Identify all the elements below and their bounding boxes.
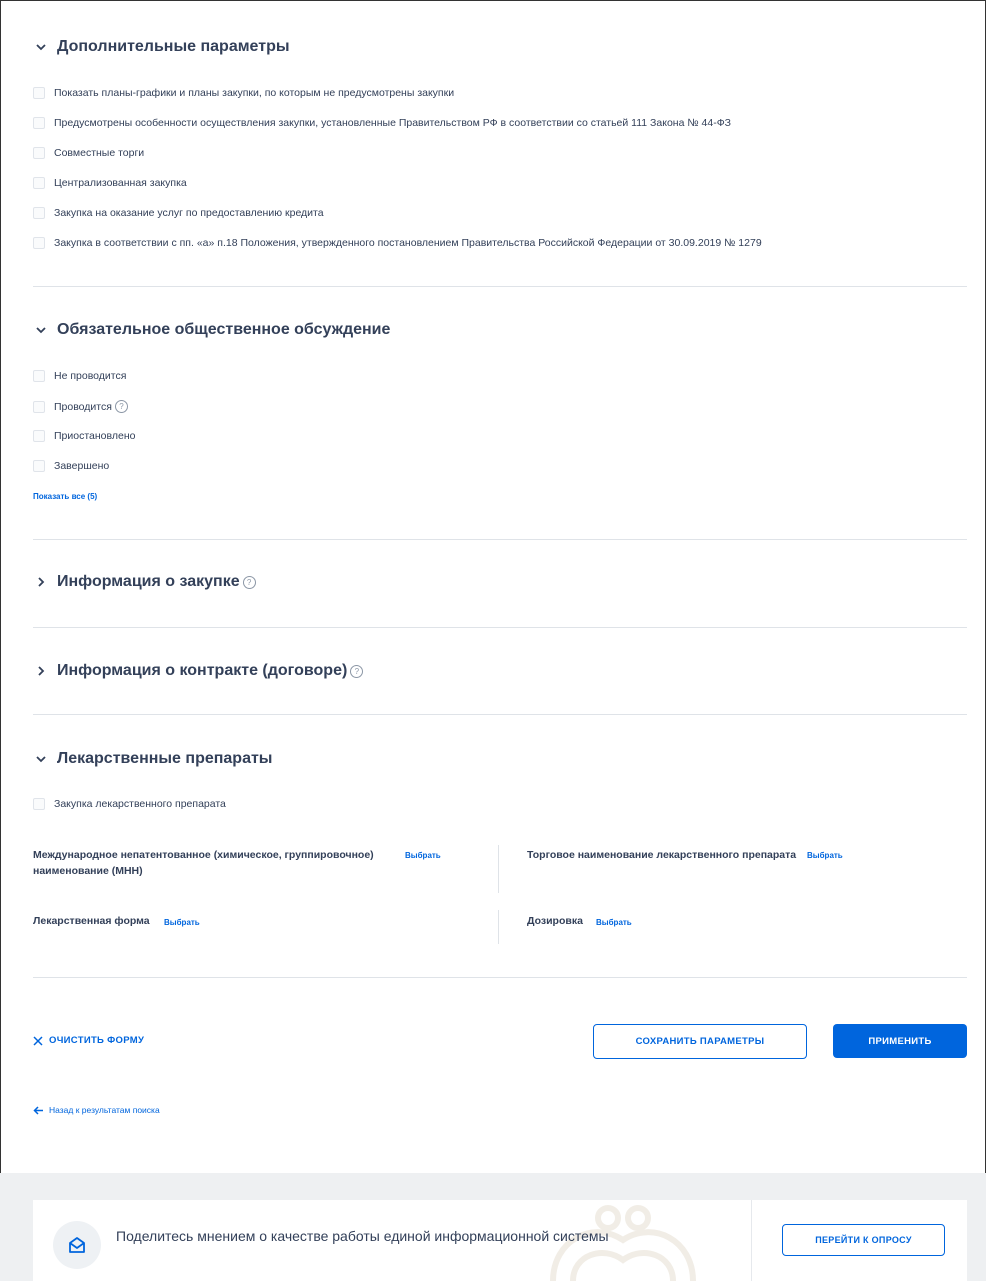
section-purchase-info-header[interactable]: Информация о закупке ? — [33, 573, 256, 591]
section-title: Обязательное общественное обсуждение — [57, 321, 391, 338]
trade-name-label: Торговое наименование лекарственного пре… — [527, 849, 797, 861]
checkbox[interactable] — [33, 400, 45, 413]
checkbox-label: Приостановлено — [54, 430, 136, 442]
survey-card: Поделитесь мнением о качестве работы еди… — [33, 1200, 967, 1281]
checkbox-row[interactable]: Совместные торги — [33, 147, 144, 159]
checkbox-label: Закупка лекарственного препарата — [54, 798, 226, 810]
survey-divider — [751, 1200, 752, 1281]
checkbox-label: Предусмотрены особенности осуществления … — [54, 117, 732, 129]
checkbox-label: Завершено — [54, 460, 110, 472]
clear-form-button[interactable]: ОЧИСТИТЬ ФОРМУ — [33, 1035, 144, 1046]
back-to-results-link[interactable]: Назад к результатам поиска — [33, 1105, 160, 1115]
checkbox[interactable] — [33, 430, 45, 442]
checkbox-row[interactable]: Приостановлено — [33, 430, 135, 442]
survey-text: Поделитесь мнением о качестве работы еди… — [116, 1228, 609, 1244]
checkbox-row[interactable]: Закупка на оказание услуг по предоставле… — [33, 207, 324, 219]
divider — [33, 539, 967, 540]
dosage-form-label: Лекарственная форма — [33, 915, 150, 927]
divider — [33, 286, 967, 287]
save-parameters-button[interactable]: СОХРАНИТЬ ПАРАМЕТРЫ — [593, 1024, 807, 1059]
checkbox[interactable] — [33, 177, 45, 189]
back-link-label: Назад к результатам поиска — [49, 1105, 160, 1115]
section-drugs-header[interactable]: Лекарственные препараты — [33, 750, 272, 768]
checkbox-row[interactable]: Проводится? — [33, 400, 128, 413]
section-contract-info-header[interactable]: Информация о контракте (договоре) ? — [33, 662, 364, 680]
checkbox-row[interactable]: Централизованная закупка — [33, 177, 187, 189]
divider — [33, 977, 967, 978]
close-icon — [33, 1035, 43, 1046]
clear-form-label: ОЧИСТИТЬ ФОРМУ — [49, 1035, 145, 1046]
mnn-label: Международное непатентованное (химическо… — [33, 849, 374, 877]
help-icon[interactable]: ? — [350, 664, 364, 678]
checkbox-label: Не проводится — [54, 370, 127, 382]
divider — [33, 714, 967, 715]
dosage-form-select-link[interactable]: Выбрать — [164, 918, 200, 927]
checkbox[interactable] — [33, 798, 45, 810]
column-divider — [498, 910, 499, 944]
section-additional-header[interactable]: Дополнительные параметры — [33, 38, 290, 56]
dosage-select-link[interactable]: Выбрать — [596, 918, 632, 927]
checkbox-label: Закупка в соответствии с пп. «а» п.18 По… — [54, 237, 762, 249]
chevron-right-icon — [33, 574, 49, 590]
checkbox[interactable] — [33, 237, 45, 249]
chevron-down-icon — [33, 39, 49, 55]
chevron-down-icon — [33, 751, 49, 767]
apply-button[interactable]: ПРИМЕНИТЬ — [833, 1024, 967, 1058]
help-icon[interactable]: ? — [242, 575, 256, 589]
column-divider — [498, 845, 499, 893]
checkbox[interactable] — [33, 147, 45, 159]
checkbox[interactable] — [33, 370, 45, 382]
checkbox-label: Проводится — [54, 400, 112, 413]
mail-icon — [53, 1221, 101, 1269]
help-icon[interactable]: ? — [114, 400, 128, 413]
checkbox-row[interactable]: Закупка в соответствии с пп. «а» п.18 По… — [33, 237, 762, 249]
checkbox[interactable] — [33, 460, 45, 472]
checkbox-label: Закупка на оказание услуг по предоставле… — [54, 207, 324, 219]
section-discussion-header[interactable]: Обязательное общественное обсуждение — [33, 321, 390, 339]
checkbox[interactable] — [33, 117, 45, 129]
checkbox-row[interactable]: Показать планы-графики и планы закупки, … — [33, 87, 454, 99]
go-to-survey-button[interactable]: ПЕРЕЙТИ К ОПРОСУ — [782, 1224, 945, 1256]
section-title: Информация о закупке — [57, 573, 240, 590]
section-title: Лекарственные препараты — [57, 750, 273, 767]
chevron-down-icon — [33, 322, 49, 338]
trade-name-select-link[interactable]: Выбрать — [807, 851, 843, 860]
checkbox-label: Совместные торги — [54, 147, 145, 159]
mnn-select-link[interactable]: Выбрать — [405, 851, 441, 860]
show-all-link[interactable]: Показать все (5) — [33, 492, 97, 501]
checkbox[interactable] — [33, 87, 45, 99]
section-title: Дополнительные параметры — [57, 38, 290, 55]
dosage-label: Дозировка — [527, 915, 583, 927]
section-title: Информация о контракте (договоре) — [57, 662, 348, 679]
checkbox-row[interactable]: Не проводится — [33, 370, 126, 382]
checkbox[interactable] — [33, 207, 45, 219]
arrow-left-icon — [33, 1105, 44, 1115]
divider — [33, 627, 967, 628]
checkbox-label: Централизованная закупка — [54, 177, 187, 189]
chevron-right-icon — [33, 663, 49, 679]
checkbox-row[interactable]: Закупка лекарственного препарата — [33, 798, 226, 810]
checkbox-label: Показать планы-графики и планы закупки, … — [54, 87, 455, 99]
checkbox-row[interactable]: Предусмотрены особенности осуществления … — [33, 117, 731, 129]
checkbox-row[interactable]: Завершено — [33, 460, 109, 472]
